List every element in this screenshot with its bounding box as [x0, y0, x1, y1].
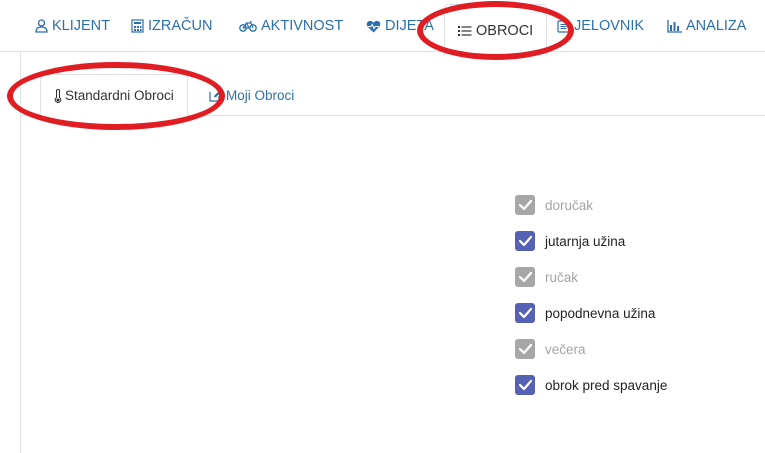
meal-item: ručak: [515, 266, 578, 288]
main-tab-bar: KLIJENT IZRAČUN AKTIVNOST DIJETA OBROCI …: [0, 0, 765, 57]
meal-item: jutarnja užina: [515, 230, 625, 252]
edit-icon: [209, 89, 222, 102]
list-icon: [458, 25, 472, 36]
checkmark-icon: [518, 236, 532, 246]
tab-moji-obroci[interactable]: Moji Obroci: [209, 74, 294, 116]
meal-checkbox[interactable]: [515, 375, 535, 395]
meal-label: ručak: [545, 269, 579, 285]
user-icon: [35, 19, 48, 33]
meal-checkbox: [515, 195, 535, 215]
tab-analiza[interactable]: ANALIZA: [667, 0, 746, 52]
meal-item: popodnevna užina: [515, 302, 655, 324]
tab-jelovnik[interactable]: JELOVNIK: [557, 0, 644, 52]
calculator-icon: [131, 19, 144, 33]
bar-chart-icon: [667, 19, 682, 33]
tab-klijent[interactable]: KLIJENT: [35, 0, 110, 52]
checkmark-icon: [518, 308, 532, 318]
meal-label: obrok pred spavanje: [545, 377, 668, 393]
tab-label: DIJETA: [385, 18, 434, 34]
meal-checkbox: [515, 267, 535, 287]
meal-item: večera: [515, 338, 586, 360]
meal-label: doručak: [545, 197, 594, 213]
tab-standardni-obroci[interactable]: Standardni Obroci: [40, 74, 188, 117]
sub-tab-bar: Standardni Obroci Moji Obroci: [21, 74, 765, 117]
bicycle-icon: [239, 20, 257, 32]
tab-obroci[interactable]: OBROCI: [444, 4, 548, 57]
tab-label: OBROCI: [476, 22, 534, 39]
meal-checkbox: [515, 339, 535, 359]
checkmark-icon: [518, 200, 532, 210]
tab-label: KLIJENT: [52, 18, 111, 34]
tab-label: IZRAČUN: [148, 18, 213, 34]
meal-label: večera: [545, 341, 586, 357]
sub-tab-label: Standardni Obroci: [65, 88, 174, 103]
meal-item: doručak: [515, 194, 593, 216]
checkmark-icon: [518, 344, 532, 354]
tab-izracun[interactable]: IZRAČUN: [131, 0, 212, 52]
menu-icon: [557, 19, 570, 33]
meal-label: popodnevna užina: [545, 305, 656, 321]
tab-dijeta[interactable]: DIJETA: [366, 0, 434, 52]
checkmark-icon: [518, 380, 532, 390]
meal-item: obrok pred spavanje: [515, 374, 667, 396]
thermometer-icon: [54, 88, 62, 103]
meal-checkbox[interactable]: [515, 303, 535, 323]
meal-checkbox[interactable]: [515, 231, 535, 251]
tab-label: JELOVNIK: [574, 18, 645, 34]
tab-label: ANALIZA: [686, 18, 747, 34]
heartbeat-icon: [366, 20, 381, 32]
tab-aktivnost[interactable]: AKTIVNOST: [239, 0, 343, 52]
tab-label: AKTIVNOST: [261, 18, 344, 34]
meal-label: jutarnja užina: [545, 233, 626, 249]
sub-tab-label: Moji Obroci: [226, 87, 295, 103]
checkmark-icon: [518, 272, 532, 282]
